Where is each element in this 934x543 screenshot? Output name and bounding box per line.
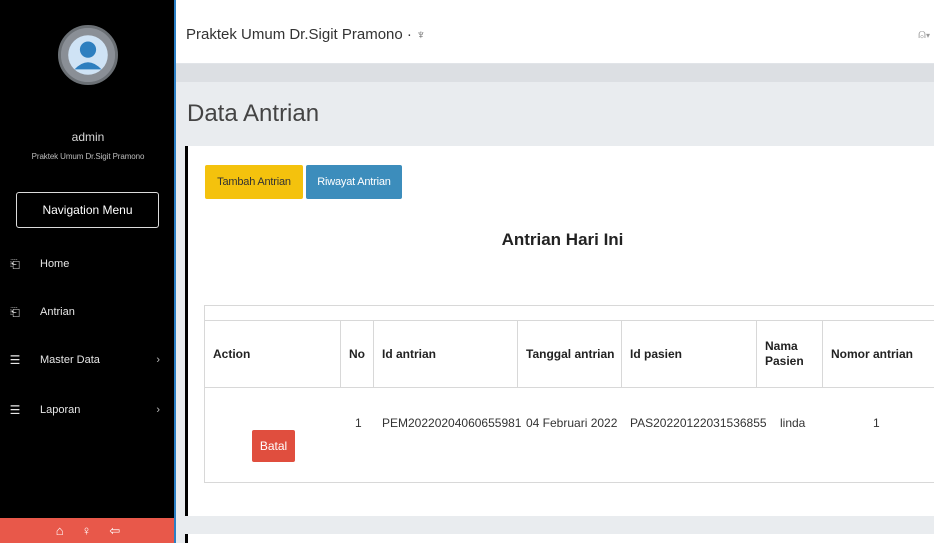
user-name: admin: [71, 130, 105, 144]
sidebar-item-label: Master Data: [40, 354, 100, 366]
caret-down-icon: ▾: [925, 31, 930, 40]
navigation-menu-button[interactable]: Navigation Menu: [16, 192, 159, 228]
antrian-table: Action No Id antrian Tanggal antrian Id …: [204, 305, 934, 483]
app-title[interactable]: Praktek Umum Dr.Sigit Pramono · ♆: [186, 26, 426, 43]
tambah-antrian-button[interactable]: Tambah Antrian: [205, 165, 303, 199]
user-subtitle: Praktek Umum Dr.Sigit Pramono: [31, 152, 145, 161]
sidebar: admin Praktek Umum Dr.Sigit Pramono Navi…: [0, 0, 176, 543]
table-row: Batal 1 PEM20220204060655981 04 Februari…: [205, 400, 934, 484]
app-title-text: Praktek Umum Dr.Sigit Pramono ·: [186, 26, 412, 43]
column-header: Nomor antrian: [831, 346, 914, 361]
table-header-row: Action No Id antrian Tanggal antrian Id …: [205, 320, 934, 388]
column-header: Id antrian: [374, 321, 518, 387]
sidebar-item-master-data[interactable]: ☰ Master Data ›: [0, 346, 176, 374]
antrian-panel: Tambah Antrian Riwayat Antrian Antrian H…: [185, 146, 934, 516]
sidebar-item-label: Home: [40, 258, 70, 270]
bulb-icon[interactable]: ♀: [82, 523, 92, 538]
sidebar-item-label: Laporan: [40, 404, 81, 416]
sidebar-item-laporan[interactable]: ☰ Laporan ›: [0, 396, 176, 424]
header-stripe: [176, 64, 934, 82]
sidebar-footer: ⌂ ♀ ⇦: [0, 518, 176, 543]
cell-no: 1: [355, 416, 362, 430]
file-icon: ⎗: [10, 256, 20, 271]
file-icon: ⎗: [10, 304, 20, 319]
top-bar: Praktek Umum Dr.Sigit Pramono · ♆ ⍝▾: [176, 0, 934, 64]
sidebar-item-antrian[interactable]: ⎗ Antrian: [0, 298, 176, 326]
next-panel: [185, 534, 934, 543]
riwayat-antrian-button[interactable]: Riwayat Antrian: [306, 165, 402, 199]
menu-icon: ☰: [9, 353, 21, 367]
cell-id-antrian: PEM20220204060655981: [382, 416, 522, 430]
chevron-right-icon: ›: [156, 354, 160, 366]
column-header: Nama Pasien: [757, 321, 823, 387]
cell-nama: linda: [780, 416, 806, 430]
trophy-icon: ♆: [416, 27, 426, 42]
menu-icon: ☰: [9, 403, 21, 417]
sidebar-item-home[interactable]: ⎗ Home: [0, 250, 176, 278]
user-icon: ⍝: [918, 26, 926, 41]
column-header: Tanggal antrian: [518, 321, 622, 387]
section-title: Antrian Hari Ini: [501, 230, 624, 249]
home-icon[interactable]: ⌂: [56, 523, 64, 538]
avatar[interactable]: [58, 25, 118, 85]
sidebar-item-label: Antrian: [40, 306, 75, 318]
page-title: Data Antrian: [187, 100, 320, 127]
column-header: No: [341, 321, 374, 387]
cell-tanggal: 04 Februari 2022: [526, 416, 618, 430]
cell-id-pasien: PAS20220122031536855: [630, 416, 767, 430]
user-menu[interactable]: ⍝▾: [918, 26, 930, 42]
chevron-right-icon: ›: [156, 404, 160, 416]
column-header: Action: [205, 321, 341, 387]
user-avatar-icon: [61, 28, 115, 82]
logout-icon[interactable]: ⇦: [109, 523, 120, 539]
batal-button[interactable]: Batal: [252, 430, 295, 462]
column-header: Id pasien: [622, 321, 757, 387]
cell-nomor: 1: [873, 416, 880, 430]
